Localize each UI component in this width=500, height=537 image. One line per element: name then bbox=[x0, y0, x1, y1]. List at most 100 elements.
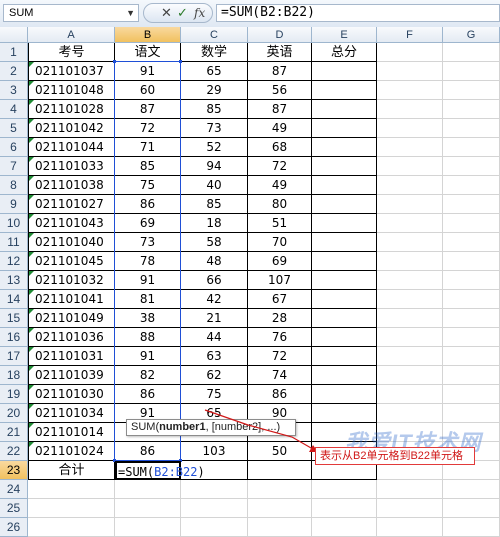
cell-d19[interactable]: 86 bbox=[248, 385, 312, 404]
cell-g7[interactable] bbox=[443, 157, 500, 176]
row-header-6[interactable]: 6 bbox=[0, 138, 28, 157]
cell-g16[interactable] bbox=[443, 328, 500, 347]
cell-d7[interactable]: 72 bbox=[248, 157, 312, 176]
cell-a18[interactable]: 021101039 bbox=[28, 366, 115, 385]
cell-d5[interactable]: 49 bbox=[248, 119, 312, 138]
cell-e5[interactable] bbox=[312, 119, 377, 138]
cell-a17[interactable]: 021101031 bbox=[28, 347, 115, 366]
cell-a13[interactable]: 021101032 bbox=[28, 271, 115, 290]
cell-g12[interactable] bbox=[443, 252, 500, 271]
cell-e11[interactable] bbox=[312, 233, 377, 252]
cell-b18[interactable]: 82 bbox=[115, 366, 181, 385]
cell-d16[interactable]: 76 bbox=[248, 328, 312, 347]
cell-a11[interactable]: 021101040 bbox=[28, 233, 115, 252]
row-header-9[interactable]: 9 bbox=[0, 195, 28, 214]
row-header-5[interactable]: 5 bbox=[0, 119, 28, 138]
cell-f25[interactable] bbox=[377, 499, 443, 518]
cell-b12[interactable]: 78 bbox=[115, 252, 181, 271]
cell-b10[interactable]: 69 bbox=[115, 214, 181, 233]
cell-e1[interactable]: 总分 bbox=[312, 43, 377, 62]
cell-a2[interactable]: 021101037 bbox=[28, 62, 115, 81]
cell-d18[interactable]: 74 bbox=[248, 366, 312, 385]
row-header-19[interactable]: 19 bbox=[0, 385, 28, 404]
cell-d8[interactable]: 49 bbox=[248, 176, 312, 195]
cell-a1[interactable]: 考号 bbox=[28, 43, 115, 62]
cell-d17[interactable]: 72 bbox=[248, 347, 312, 366]
row-header-22[interactable]: 22 bbox=[0, 442, 28, 461]
row-header-26[interactable]: 26 bbox=[0, 518, 28, 537]
cell-a7[interactable]: 021101033 bbox=[28, 157, 115, 176]
cell-f16[interactable] bbox=[377, 328, 443, 347]
cell-c7[interactable]: 94 bbox=[181, 157, 248, 176]
cell-g17[interactable] bbox=[443, 347, 500, 366]
cell-d4[interactable]: 87 bbox=[248, 100, 312, 119]
cell-c10[interactable]: 18 bbox=[181, 214, 248, 233]
row-header-17[interactable]: 17 bbox=[0, 347, 28, 366]
insert-function-icon[interactable]: fx bbox=[194, 5, 205, 21]
cell-g25[interactable] bbox=[443, 499, 500, 518]
cell-g4[interactable] bbox=[443, 100, 500, 119]
cell-b1[interactable]: 语文 bbox=[115, 43, 181, 62]
cell-f8[interactable] bbox=[377, 176, 443, 195]
cell-e4[interactable] bbox=[312, 100, 377, 119]
cell-c12[interactable]: 48 bbox=[181, 252, 248, 271]
cell-c19[interactable]: 75 bbox=[181, 385, 248, 404]
cell-e12[interactable] bbox=[312, 252, 377, 271]
cell-g14[interactable] bbox=[443, 290, 500, 309]
cell-d11[interactable]: 70 bbox=[248, 233, 312, 252]
cell-a12[interactable]: 021101045 bbox=[28, 252, 115, 271]
cell-e13[interactable] bbox=[312, 271, 377, 290]
cell-e24[interactable] bbox=[312, 480, 377, 499]
range-handle[interactable] bbox=[113, 60, 116, 63]
cell-b13[interactable]: 91 bbox=[115, 271, 181, 290]
cell-b2[interactable]: 91 bbox=[115, 62, 181, 81]
enter-icon[interactable]: ✓ bbox=[177, 5, 188, 21]
cell-e26[interactable] bbox=[312, 518, 377, 537]
cell-f5[interactable] bbox=[377, 119, 443, 138]
column-header-b[interactable]: B bbox=[115, 27, 181, 43]
cell-c13[interactable]: 66 bbox=[181, 271, 248, 290]
cell-g5[interactable] bbox=[443, 119, 500, 138]
cell-a3[interactable]: 021101048 bbox=[28, 81, 115, 100]
cell-e9[interactable] bbox=[312, 195, 377, 214]
cell-c6[interactable]: 52 bbox=[181, 138, 248, 157]
row-header-21[interactable]: 21 bbox=[0, 423, 28, 442]
cell-c11[interactable]: 58 bbox=[181, 233, 248, 252]
cell-a8[interactable]: 021101038 bbox=[28, 176, 115, 195]
cell-b23[interactable]: =SUM(B2:B22) bbox=[115, 461, 205, 480]
chevron-down-icon[interactable]: ▼ bbox=[126, 5, 135, 21]
cell-c16[interactable]: 44 bbox=[181, 328, 248, 347]
cell-c25[interactable] bbox=[181, 499, 248, 518]
cell-a14[interactable]: 021101041 bbox=[28, 290, 115, 309]
cell-a19[interactable]: 021101030 bbox=[28, 385, 115, 404]
cell-g18[interactable] bbox=[443, 366, 500, 385]
cell-d15[interactable]: 28 bbox=[248, 309, 312, 328]
cancel-icon[interactable]: ✕ bbox=[161, 5, 172, 21]
cell-g2[interactable] bbox=[443, 62, 500, 81]
cell-c22[interactable]: 103 bbox=[181, 442, 248, 461]
tooltip-arg-current[interactable]: number1 bbox=[159, 421, 205, 433]
select-all-corner[interactable] bbox=[0, 27, 28, 43]
cell-c3[interactable]: 29 bbox=[181, 81, 248, 100]
cell-b25[interactable] bbox=[115, 499, 181, 518]
cell-c4[interactable]: 85 bbox=[181, 100, 248, 119]
cell-d13[interactable]: 107 bbox=[248, 271, 312, 290]
column-header-e[interactable]: E bbox=[312, 27, 377, 43]
cell-c5[interactable]: 73 bbox=[181, 119, 248, 138]
row-header-8[interactable]: 8 bbox=[0, 176, 28, 195]
column-header-d[interactable]: D bbox=[248, 27, 312, 43]
row-header-14[interactable]: 14 bbox=[0, 290, 28, 309]
cell-b17[interactable]: 91 bbox=[115, 347, 181, 366]
cell-c1[interactable]: 数学 bbox=[181, 43, 248, 62]
row-header-12[interactable]: 12 bbox=[0, 252, 28, 271]
cell-b11[interactable]: 73 bbox=[115, 233, 181, 252]
cell-e3[interactable] bbox=[312, 81, 377, 100]
cell-a24[interactable] bbox=[28, 480, 115, 499]
row-header-24[interactable]: 24 bbox=[0, 480, 28, 499]
cell-g3[interactable] bbox=[443, 81, 500, 100]
cell-a15[interactable]: 021101049 bbox=[28, 309, 115, 328]
row-header-11[interactable]: 11 bbox=[0, 233, 28, 252]
cell-f17[interactable] bbox=[377, 347, 443, 366]
cell-b15[interactable]: 38 bbox=[115, 309, 181, 328]
cell-a25[interactable] bbox=[28, 499, 115, 518]
